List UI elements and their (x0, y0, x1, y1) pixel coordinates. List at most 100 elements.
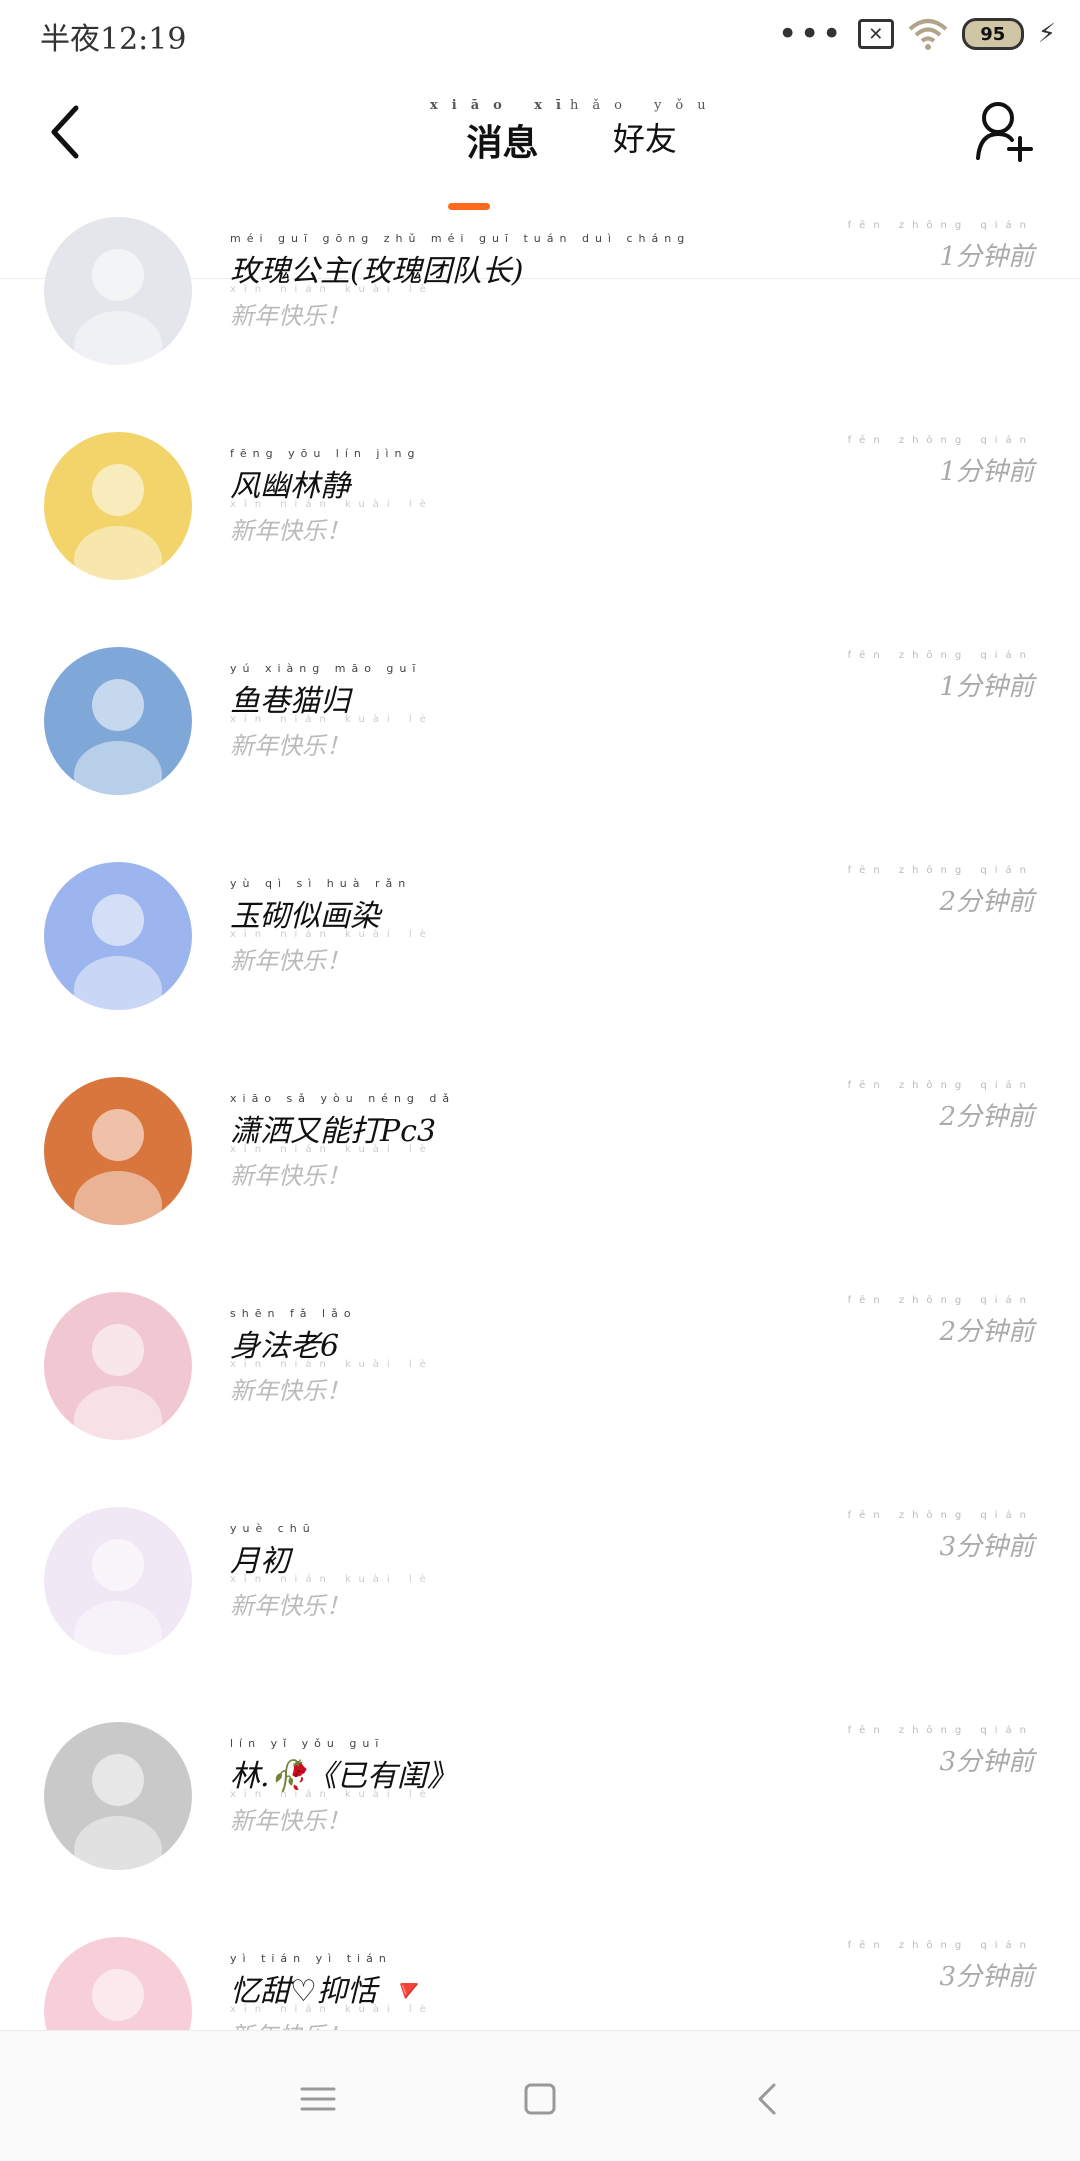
message-preview: 新年快乐！ (230, 1162, 350, 1190)
contact-name-block: yuè chū 月初 (230, 1522, 316, 1580)
avatar[interactable] (44, 1722, 192, 1870)
message-preview-pinyin: xīn nián kuài lè (230, 2004, 434, 2015)
system-nav-bar (0, 2030, 1080, 2161)
tab-friends-pinyin: hǎo yǒu (570, 98, 720, 113)
timestamp: 2分钟前 (939, 1317, 1034, 1347)
timestamp: 1分钟前 (939, 242, 1034, 272)
message-preview-block: xīn nián kuài lè 新年快乐！ (230, 1789, 434, 1836)
message-preview-block: xīn nián kuài lè 新年快乐！ (230, 1144, 434, 1191)
conversation-item[interactable]: méi guī gōng zhǔ méi guī tuán duì cháng 玫… (0, 200, 1080, 415)
contact-name-pinyin: yuè chū (230, 1522, 316, 1535)
conversation-item[interactable]: yù qì sì huà rǎn 玉砌似画染 xīn nián kuài lè 新年快… (0, 845, 1080, 1060)
avatar[interactable] (44, 217, 192, 365)
avatar-image-icon (44, 1507, 192, 1655)
status-time: 半夜12:19 (40, 22, 187, 57)
conversation-item[interactable]: lín yǐ yǒu guī 林.🥀《已有闺》 xīn nián kuài lè 新年… (0, 1705, 1080, 1920)
message-preview-pinyin: xīn nián kuài lè (230, 1144, 434, 1155)
message-preview: 新年快乐！ (230, 732, 350, 760)
timestamp: 1分钟前 (939, 672, 1034, 702)
message-preview-pinyin: xīn nián kuài lè (230, 1574, 434, 1585)
avatar[interactable] (44, 647, 192, 795)
add-friend-icon[interactable] (974, 100, 1034, 164)
contact-name-block: xiāo sǎ yòu néng dǎ 潇洒又能打Pc3 (230, 1092, 455, 1150)
tab-messages-label: 消息 (466, 122, 539, 164)
message-preview: 新年快乐！ (230, 302, 350, 330)
no-sim-icon: ✕ (857, 19, 894, 49)
conversation-item[interactable]: yì tián yì tián忆甜♡抑恬 🔻xīn nián kuài lè 新年… (0, 1920, 1080, 2030)
avatar-image-icon (44, 432, 192, 580)
timestamp: 2分钟前 (939, 1102, 1034, 1132)
contact-name-pinyin: shēn fǎ lǎo (230, 1307, 357, 1320)
conversation-item[interactable]: yuè chū 月初 xīn nián kuài lè 新年快乐！ fēn zhōng … (0, 1490, 1080, 1705)
more-dots-icon: ••• (777, 14, 844, 54)
contact-name-block: yú xiàng māo guī 鱼巷猫归 (230, 662, 421, 720)
message-preview: 新年快乐！ (230, 2022, 350, 2030)
timestamp-pinyin: fēn zhōng qián (847, 650, 1034, 661)
avatar[interactable] (44, 1937, 192, 2030)
timestamp-pinyin: fēn zhōng qián (847, 1080, 1034, 1091)
avatar[interactable] (44, 862, 192, 1010)
tab-friends-label: 好友 (612, 120, 677, 158)
message-preview-block: xīn nián kuài lè 新年快乐！ (230, 284, 434, 331)
message-preview-pinyin: xīn nián kuài lè (230, 284, 434, 295)
message-preview-block: xīn nián kuài lè 新年快乐！ (230, 2004, 434, 2030)
message-preview: 新年快乐！ (230, 947, 350, 975)
contact-name-pinyin: yú xiàng māo guī (230, 662, 422, 675)
avatar-image-icon (44, 217, 192, 365)
timestamp: 3分钟前 (939, 1747, 1034, 1777)
menu-icon[interactable] (294, 2075, 342, 2123)
tab-bar: xiāo xī 消息 hǎo yǒu 好友 (0, 98, 1080, 210)
avatar-image-icon (44, 862, 192, 1010)
timestamp: 2分钟前 (939, 887, 1034, 917)
message-preview-pinyin: xīn nián kuài lè (230, 714, 434, 725)
message-preview-block: xīn nián kuài lè 新年快乐！ (230, 1359, 434, 1406)
status-icons: ••• ✕ 95 ⚡ (778, 14, 1056, 54)
avatar-image-icon (44, 1292, 192, 1440)
charging-icon: ⚡ (1037, 19, 1056, 49)
timestamp-pinyin: fēn zhōng qián (847, 435, 1034, 446)
contact-name-pinyin: yì tián yì tián (230, 1952, 392, 1965)
conversation-item[interactable]: yú xiàng māo guī 鱼巷猫归 xīn nián kuài lè 新年快乐… (0, 630, 1080, 845)
contact-name-block: yù qì sì huà rǎn 玉砌似画染 (230, 877, 411, 935)
avatar[interactable] (44, 1507, 192, 1655)
contact-name-block: yì tián yì tián 忆甜♡抑恬 🔻 (230, 1952, 424, 2010)
contact-name-pinyin: yù qì sì huà rǎn (230, 877, 412, 890)
message-preview: 新年快乐！ (230, 1592, 350, 1620)
contact-name-block: lín yǐ yǒu guī 林.🥀《已有闺》 (230, 1737, 457, 1795)
avatar-image-icon (44, 647, 192, 795)
message-preview: 新年快乐！ (230, 1377, 350, 1405)
timestamp-pinyin: fēn zhōng qián (847, 1510, 1034, 1521)
message-preview-pinyin: xīn nián kuài lè (230, 499, 434, 510)
avatar[interactable] (44, 1292, 192, 1440)
tab-messages-pinyin: xiāo xī (430, 98, 575, 113)
contact-name-block: méi guī gōng zhǔ méi guī tuán duì cháng 玫… (230, 232, 690, 290)
avatar[interactable] (44, 432, 192, 580)
message-preview: 新年快乐！ (230, 1807, 350, 1835)
home-square-icon[interactable] (516, 2075, 564, 2123)
message-preview-pinyin: xīn nián kuài lè (230, 1359, 434, 1370)
timestamp-pinyin: fēn zhōng qián (847, 1940, 1034, 1951)
avatar[interactable] (44, 1077, 192, 1225)
conversation-item[interactable]: xiāo sǎ yòu néng dǎ 潇洒又能打Pc3 xīn nián kuài… (0, 1060, 1080, 1275)
tab-friends[interactable]: hǎo yǒu 好友 (570, 98, 720, 160)
contact-name-pinyin: xiāo sǎ yòu néng dǎ (230, 1092, 456, 1105)
message-preview: 新年快乐！ (230, 517, 350, 545)
avatar-image-icon (44, 1722, 192, 1870)
battery-icon: 95 (961, 18, 1024, 50)
conversation-item[interactable]: fēng yōu lín jìng 风幽林静 xīn nián kuài lè 新年快… (0, 415, 1080, 630)
timestamp-pinyin: fēn zhōng qián (847, 865, 1034, 876)
contact-name-pinyin: fēng yōu lín jìng (230, 447, 421, 460)
timestamp: 3分钟前 (939, 1532, 1034, 1562)
wifi-icon (908, 19, 948, 50)
message-preview-block: xīn nián kuài lè 新年快乐！ (230, 714, 434, 761)
timestamp: 1分钟前 (939, 457, 1034, 487)
timestamp: 3分钟前 (939, 1962, 1034, 1992)
message-preview-block: xīn nián kuài lè 新年快乐！ (230, 1574, 434, 1621)
message-preview-block: xīn nián kuài lè 新年快乐！ (230, 499, 434, 546)
message-preview-pinyin: xīn nián kuài lè (230, 929, 434, 940)
back-triangle-icon[interactable] (744, 2075, 792, 2123)
conversation-item[interactable]: shēn fǎ lǎo 身法老6 xīn nián kuài lè 新年快乐！ fēn … (0, 1275, 1080, 1490)
tab-messages[interactable]: xiāo xī 消息 (430, 98, 575, 166)
status-bar: 半夜12:19 ••• ✕ 95 ⚡ (0, 0, 1080, 70)
contact-name-pinyin: lín yǐ yǒu guī (230, 1737, 385, 1750)
